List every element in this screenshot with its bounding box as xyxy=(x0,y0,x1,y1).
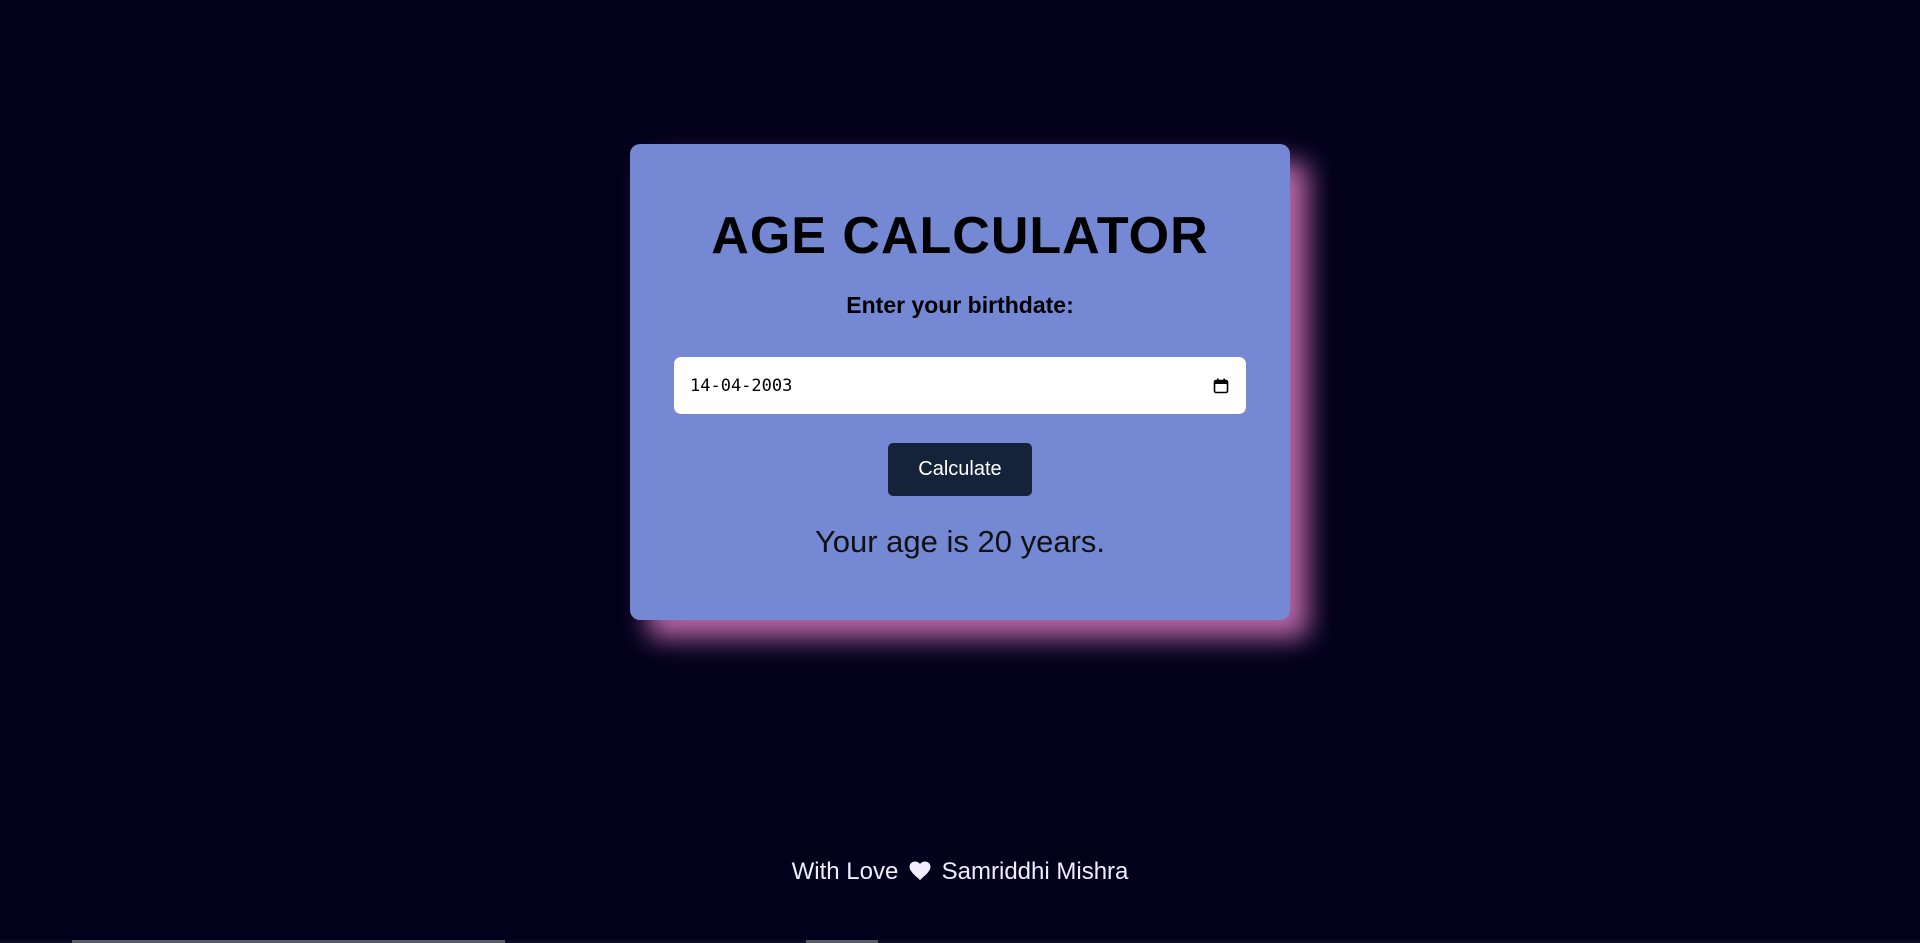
age-calculator-card: AGE CALCULATOR Enter your birthdate: 14-… xyxy=(630,144,1290,620)
footer: With Love Samriddhi Mishra xyxy=(0,858,1920,888)
heart-icon xyxy=(909,860,931,888)
calculate-button[interactable]: Calculate xyxy=(888,443,1032,496)
birthdate-input[interactable]: 14-04-2003 xyxy=(674,357,1246,414)
calendar-icon[interactable] xyxy=(1212,377,1230,395)
page-title: AGE CALCULATOR xyxy=(711,207,1209,265)
footer-prefix: With Love xyxy=(791,858,899,885)
footer-author: Samriddhi Mishra xyxy=(941,858,1129,885)
birthdate-label: Enter your birthdate: xyxy=(846,292,1074,318)
age-result: Your age is 20 years. xyxy=(814,524,1106,559)
page: AGE CALCULATOR Enter your birthdate: 14-… xyxy=(0,0,1920,943)
birthdate-value[interactable]: 14-04-2003 xyxy=(690,376,1212,396)
